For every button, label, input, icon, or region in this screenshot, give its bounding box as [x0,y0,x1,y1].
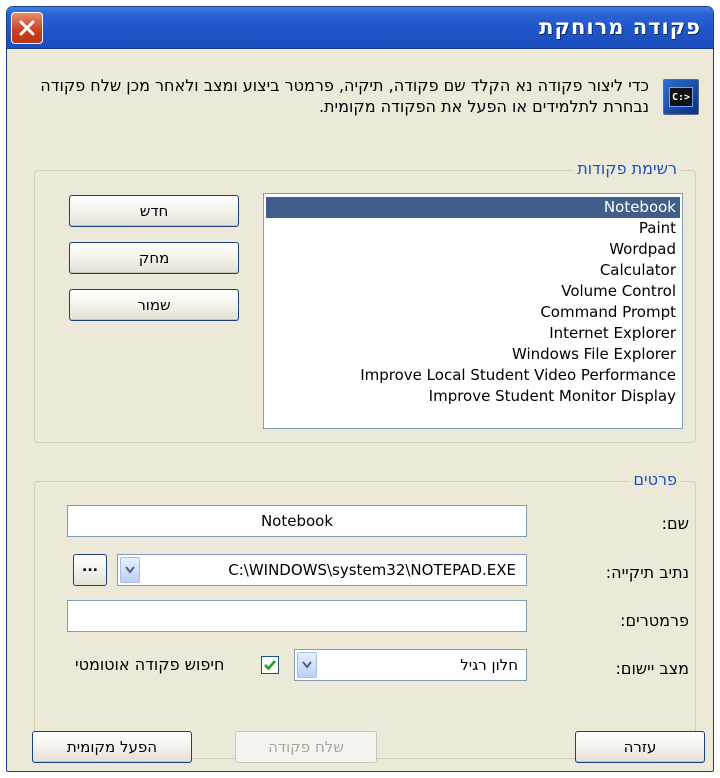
commands-group-label: רשימת פקודות [573,159,681,178]
command-list-item[interactable]: Command Prompt [266,302,680,323]
instructions-text: כדי ליצור פקודה נא הקלד שם פקודה, תיקיה,… [40,76,649,116]
title-bar[interactable]: פקודה מרוחקת [7,7,713,49]
mode-label: מצב יישום: [615,659,689,678]
command-prompt-icon-text: C:> [669,87,693,107]
save-command-button[interactable]: שמור [69,289,239,321]
mode-dropdown-button[interactable] [297,652,317,678]
path-dropdown-button[interactable] [120,557,140,583]
auto-search-checkbox[interactable] [261,656,279,674]
name-field[interactable]: Notebook [67,505,527,537]
mode-value: חלון רגיל [460,656,518,674]
browse-button[interactable]: ... [73,554,107,586]
commands-listbox[interactable]: Notebook Paint Wordpad Calculator Volume Con… [263,193,683,429]
command-prompt-icon: C:> [663,79,699,115]
run-locally-button[interactable]: הפעל מקומית [32,731,192,763]
path-value: C:\WINDOWS\system32\NOTEPAD.EXE [228,561,516,579]
command-list-item[interactable]: Wordpad [266,239,680,260]
chevron-down-icon [125,566,135,574]
path-combo[interactable]: C:\WINDOWS\system32\NOTEPAD.EXE [117,554,527,586]
command-list-item[interactable]: Notebook [266,197,680,218]
remote-command-window: פקודה מרוחקת C:> כדי ליצור פקודה נא הקלד… [6,6,714,772]
command-list-item[interactable]: Volume Control [266,281,680,302]
checkmark-icon [264,660,276,671]
command-list-item[interactable]: Paint [266,218,680,239]
help-button[interactable]: עזרה [575,731,705,763]
chevron-down-icon [302,661,312,669]
delete-command-button[interactable]: מחק [69,242,239,274]
command-list-item[interactable]: Improve Local Student Video Performance [266,365,680,386]
new-command-button[interactable]: חדש [69,195,239,227]
mode-combo[interactable]: חלון רגיל [294,649,527,681]
command-list-item[interactable]: Improve Student Monitor Display [266,386,680,407]
details-group-label: פרטים [629,470,681,489]
auto-search-label: חיפוש פקודה אוטומטי [75,655,225,674]
send-command-button[interactable]: שלח פקודה [235,731,377,763]
path-label: נתיב תיקייה: [605,563,689,582]
params-field[interactable] [67,600,527,632]
command-list-item[interactable]: Windows File Explorer [266,344,680,365]
params-label: פרמטרים: [620,611,689,630]
name-label: שם: [661,514,689,533]
window-title: פקודה מרוחקת [539,15,701,39]
close-icon [19,20,35,36]
close-button[interactable] [11,12,43,44]
command-list-item[interactable]: Calculator [266,260,680,281]
command-list-item[interactable]: Internet Explorer [266,323,680,344]
